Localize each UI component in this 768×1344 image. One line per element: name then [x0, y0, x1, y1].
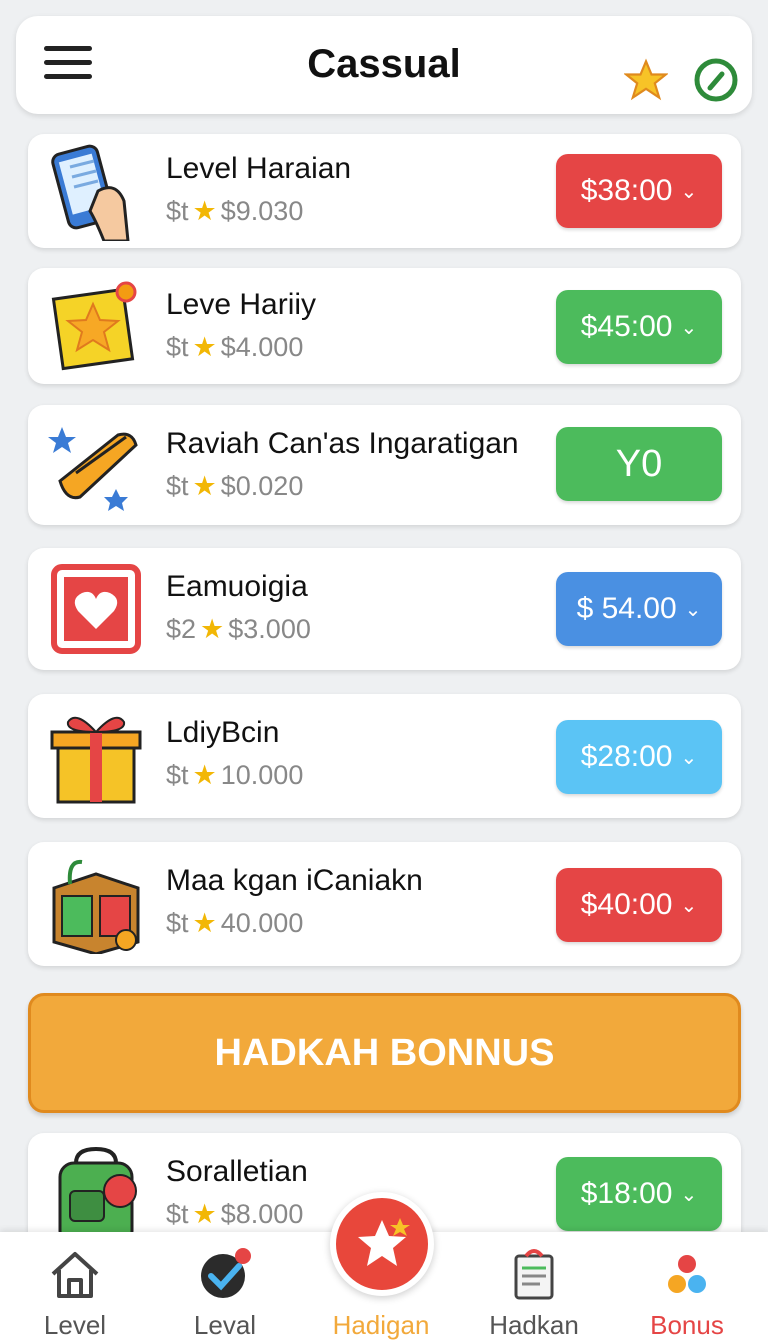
house-icon — [51, 1252, 99, 1298]
list-item[interactable]: LdiyBcin $t ★ 10.000 $28:00 ⌄ — [28, 694, 741, 818]
item-name: Raviah Can'as Ingaratigan — [166, 427, 519, 460]
hadigan-fab-button[interactable] — [330, 1192, 434, 1296]
check-icon — [201, 1248, 251, 1298]
star-icon: ★ — [192, 196, 217, 226]
chevron-down-icon: ⌄ — [680, 1183, 698, 1206]
box-icon — [52, 859, 140, 954]
chevron-down-icon: ⌄ — [680, 180, 698, 203]
dots-icon — [668, 1255, 706, 1293]
price-button[interactable]: $28:00 ⌄ — [556, 720, 722, 794]
list-item[interactable]: Leve Hariiy $t ★ $4.000 $45:00 ⌄ — [28, 268, 741, 384]
star-note-icon — [51, 281, 137, 371]
item-name: Maa kgan iCaniakn — [166, 864, 423, 897]
backpack-icon — [58, 1146, 137, 1245]
item-name: Soralletian — [166, 1155, 308, 1188]
nav-item-level[interactable]: Level — [0, 1232, 150, 1344]
notebook-icon — [514, 1249, 554, 1300]
star-icon: ★ — [200, 614, 225, 644]
item-subtitle: $t ★ 10.000 — [166, 760, 304, 790]
item-subtitle: $t ★ $4.000 — [166, 332, 304, 362]
gift-icon — [50, 716, 142, 804]
ticket-icon — [48, 427, 138, 511]
phone-hand-icon — [51, 144, 130, 241]
item-subtitle: $t ★ $0.020 — [166, 471, 304, 501]
item-name: Level Haraian — [166, 152, 352, 185]
price-button[interactable]: $40:00 ⌄ — [556, 868, 722, 942]
price-button[interactable]: Y0 — [556, 427, 722, 501]
item-subtitle: $t ★ $8.000 — [166, 1199, 304, 1229]
star-icon: ★ — [192, 471, 217, 501]
chevron-down-icon: ⌄ — [684, 598, 702, 621]
item-subtitle: $t ★ 40.000 — [166, 908, 304, 938]
item-name: Eamuoigia — [166, 570, 308, 603]
nav-item-hadkan[interactable]: Hadkan — [459, 1232, 609, 1344]
top-bar: Cassual — [16, 16, 752, 114]
price-button[interactable]: $45:00 ⌄ — [556, 290, 722, 364]
chevron-down-icon: ⌄ — [680, 316, 698, 339]
star-icon: ★ — [192, 1199, 217, 1229]
item-subtitle: $t ★ $9.030 — [166, 196, 304, 226]
item-name: Leve Hariiy — [166, 288, 317, 321]
heart-card-icon — [51, 564, 141, 654]
nav-item-bonus[interactable]: Bonus — [612, 1232, 762, 1344]
chevron-down-icon: ⌄ — [680, 894, 698, 917]
list-item[interactable]: Eamuoigia $2 ★ $3.000 $ 54.00 ⌄ — [28, 548, 741, 670]
list-item[interactable]: Level Haraian $t ★ $9.030 $38:00 ⌄ — [28, 134, 741, 248]
star-icon — [358, 1218, 410, 1266]
price-button[interactable]: $18:00 ⌄ — [556, 1157, 722, 1231]
list-item[interactable]: Raviah Can'as Ingaratigan $t ★ $0.020 Y0 — [28, 405, 741, 525]
item-name: LdiyBcin — [166, 716, 280, 749]
bonus-button[interactable]: HADKAH BONNUS — [28, 993, 741, 1113]
star-icon: ★ — [192, 332, 217, 362]
price-button[interactable]: $38:00 ⌄ — [556, 154, 722, 228]
list-item[interactable]: Maa kgan iCaniakn $t ★ 40.000 $40:00 ⌄ — [28, 842, 741, 966]
star-icon: ★ — [192, 760, 217, 790]
chevron-down-icon: ⌄ — [680, 746, 698, 769]
item-subtitle: $2 ★ $3.000 — [166, 614, 311, 644]
price-button[interactable]: $ 54.00 ⌄ — [556, 572, 722, 646]
search-icon[interactable] — [692, 56, 742, 106]
star-icon[interactable] — [624, 58, 668, 102]
star-icon: ★ — [192, 908, 217, 938]
nav-item-leval[interactable]: Leval — [150, 1232, 300, 1344]
